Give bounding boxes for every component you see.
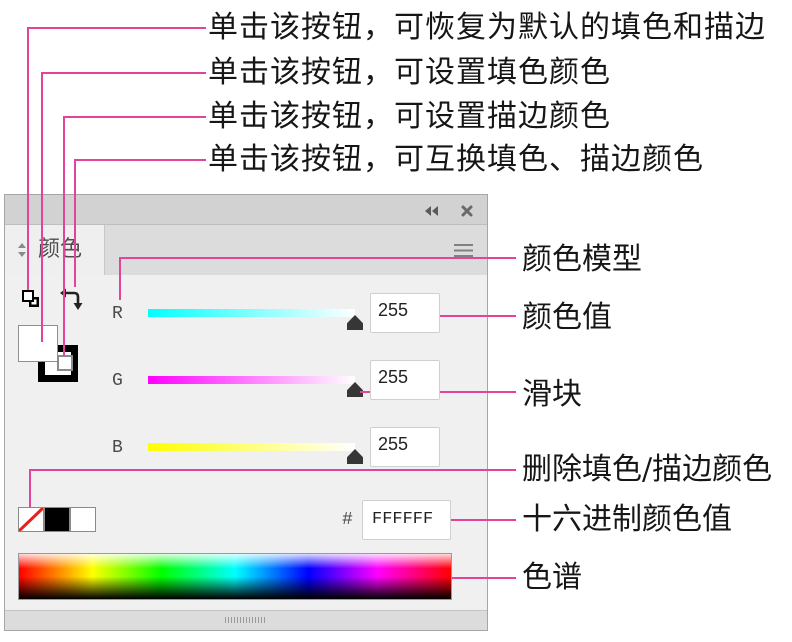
- r-slider[interactable]: [148, 309, 363, 330]
- panel-body: R 255 G 255 B 255 # FFFFFF: [5, 275, 487, 610]
- leader-line-model-v: [119, 257, 121, 300]
- callout-slider: 滑块: [522, 377, 582, 412]
- b-slider[interactable]: [148, 443, 363, 464]
- g-value-input[interactable]: 255: [370, 360, 440, 400]
- r-value-input[interactable]: 255: [370, 293, 440, 333]
- leader-line-swap-v: [74, 159, 76, 287]
- no-color-icon: [19, 508, 43, 531]
- black-swatch[interactable]: [44, 507, 70, 532]
- b-slider-thumb[interactable]: [347, 449, 363, 464]
- leader-line-fill-v: [41, 72, 43, 342]
- tab-color[interactable]: 颜色: [5, 225, 105, 275]
- b-channel-label: B: [112, 438, 123, 458]
- leader-line-swap-h: [75, 159, 206, 161]
- hex-value-input[interactable]: FFFFFF: [362, 500, 451, 540]
- leader-line-spectrum: [452, 577, 516, 579]
- leader-line-fill-h: [42, 72, 206, 74]
- collapse-icon[interactable]: [424, 206, 439, 216]
- fill-swatch[interactable]: [18, 325, 58, 362]
- leader-line-reset-h: [28, 27, 206, 29]
- leader-line-stroke-h: [64, 116, 206, 118]
- up-down-arrows-icon[interactable]: [17, 242, 27, 258]
- leader-line-remove-h: [30, 469, 516, 471]
- r-slider-thumb[interactable]: [347, 315, 363, 330]
- leader-line-reset-v: [27, 27, 29, 290]
- leader-line-value: [440, 315, 516, 317]
- callout-stroke: 单击该按钮，可设置描边颜色: [208, 99, 611, 134]
- leader-line-stroke-v: [63, 116, 65, 356]
- callout-fill: 单击该按钮，可设置填色颜色: [208, 55, 611, 90]
- color-panel: 颜色 R 255 G 255 B 255 # FFFFFF: [4, 194, 488, 631]
- white-swatch[interactable]: [70, 507, 96, 532]
- panel-header: [5, 195, 487, 225]
- leader-line-model-h: [120, 257, 516, 259]
- leader-line-hex: [451, 519, 516, 521]
- callout-hex-value: 十六进制颜色值: [522, 502, 732, 537]
- menu-icon[interactable]: [454, 244, 473, 257]
- g-slider-thumb[interactable]: [347, 382, 363, 397]
- callout-color-value: 颜色值: [522, 300, 612, 335]
- resize-grip[interactable]: [225, 617, 265, 623]
- callout-spectrum: 色谱: [522, 560, 582, 595]
- none-swatch[interactable]: [18, 507, 44, 532]
- stroke-swatch-inner: [57, 355, 73, 371]
- g-channel-label: G: [112, 371, 123, 391]
- r-channel-label: R: [112, 304, 123, 324]
- callout-reset-default: 单击该按钮，可恢复为默认的填色和描边: [208, 10, 766, 45]
- hex-label: #: [342, 510, 353, 530]
- panel-footer: [5, 610, 487, 630]
- callout-color-model: 颜色模型: [522, 242, 642, 277]
- b-value-input[interactable]: 255: [370, 427, 440, 467]
- default-fill-stroke-icon[interactable]: [22, 290, 40, 308]
- leader-line-remove-v: [29, 469, 31, 507]
- callout-remove-color: 删除填色/描边颜色: [522, 452, 773, 487]
- close-icon[interactable]: [461, 205, 473, 217]
- g-slider[interactable]: [148, 376, 363, 397]
- callout-swap: 单击该按钮，可互换填色、描边颜色: [208, 142, 704, 177]
- tab-strip: 颜色: [5, 225, 487, 275]
- color-spectrum[interactable]: [18, 553, 452, 600]
